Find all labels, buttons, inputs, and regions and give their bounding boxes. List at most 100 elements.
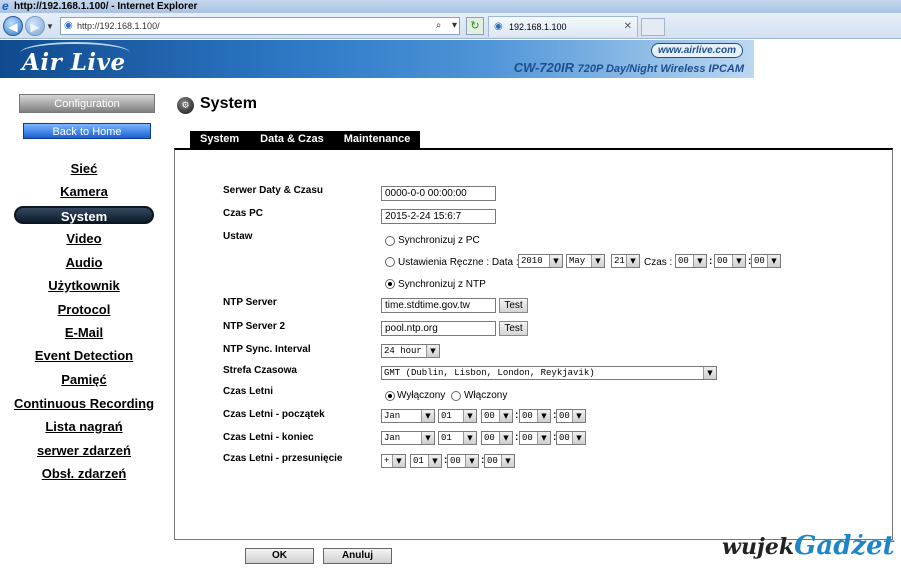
browser-title: http://192.168.1.100/ - Internet Explore…: [14, 1, 198, 12]
manual-hour-select[interactable]: 00 ▼: [675, 254, 707, 268]
sync-pc-radio[interactable]: [385, 236, 395, 246]
sidebar-item-protocol[interactable]: Protocol: [0, 302, 168, 317]
url-text: http://192.168.1.100/: [77, 21, 160, 31]
sidebar-item-pamiec[interactable]: Pamięć: [0, 372, 168, 387]
manual-second-select[interactable]: 00 ▼: [751, 254, 781, 268]
url-dropdown-icon[interactable]: ▾: [446, 17, 463, 35]
sidebar-item-video[interactable]: Video: [0, 231, 168, 246]
brand-site: www.airlive.com: [651, 43, 743, 58]
chevron-down-icon: ▼: [499, 432, 512, 444]
dst-on-radio[interactable]: [451, 391, 461, 401]
chevron-down-icon: ▼: [626, 255, 639, 267]
dst-end-day-value: 01: [441, 433, 452, 443]
ok-button[interactable]: OK: [245, 548, 314, 564]
dst-end-day-select[interactable]: 01 ▼: [438, 431, 477, 445]
dst-end-hour-select[interactable]: 00 ▼: [481, 431, 513, 445]
configuration-button[interactable]: Configuration: [19, 94, 155, 113]
manual-radio[interactable]: [385, 257, 395, 267]
pc-time-label: Czas PC: [223, 208, 264, 219]
dst-start-month-select[interactable]: Jan ▼: [381, 409, 435, 423]
dst-start-day-select[interactable]: 01 ▼: [438, 409, 477, 423]
manual-minute-select[interactable]: 00 ▼: [714, 254, 746, 268]
dst-start-hour-select[interactable]: 00 ▼: [481, 409, 513, 423]
sidebar-item-system[interactable]: System: [14, 206, 154, 224]
manual-day-value: 21: [614, 256, 625, 266]
dst-offset-second-select[interactable]: 00 ▼: [484, 454, 515, 468]
dst-start-day-value: 01: [441, 411, 452, 421]
back-to-home-button[interactable]: Back to Home: [23, 123, 151, 139]
dst-off-label: Wyłączony: [397, 390, 446, 401]
tab-system[interactable]: System: [190, 131, 249, 148]
chevron-down-icon: ▼: [463, 432, 476, 444]
ntp-test-button[interactable]: Test: [499, 298, 528, 313]
sidebar-item-serwer-zdarzen[interactable]: serwer zdarzeń: [0, 443, 168, 458]
chevron-down-icon: ▼: [392, 455, 405, 467]
sidebar-item-event-detection[interactable]: Event Detection: [0, 348, 168, 363]
manual-month-value: May: [569, 256, 586, 266]
url-input[interactable]: ◉ http://192.168.1.100/: [60, 17, 460, 35]
set-label: Ustaw: [223, 231, 253, 242]
chevron-down-icon: ▼: [572, 410, 585, 422]
chevron-down-icon: ▼: [732, 255, 745, 267]
dst-end-label: Czas Letni - koniec: [223, 432, 314, 443]
sidebar-item-email[interactable]: E-Mail: [0, 325, 168, 340]
pc-time-field[interactable]: [381, 209, 496, 224]
new-tab-button[interactable]: [641, 18, 665, 36]
browser-tab[interactable]: ◉ 192.168.1.100 ✕: [488, 16, 638, 37]
sync-ntp-radio[interactable]: [385, 279, 395, 289]
dst-end-second-select[interactable]: 00 ▼: [556, 431, 586, 445]
ntp-server2-label: NTP Server 2: [223, 321, 286, 332]
sidebar-item-siec[interactable]: Sieć: [0, 161, 168, 176]
sidebar-item-lista-nagran[interactable]: Lista nagrań: [0, 419, 168, 434]
dst-label: Czas Letni: [223, 386, 274, 397]
dst-start-second-select[interactable]: 00 ▼: [556, 409, 586, 423]
sidebar-item-kamera[interactable]: Kamera: [0, 184, 168, 199]
timezone-label: Strefa Czasowa: [223, 365, 297, 376]
dst-offset-minute-select[interactable]: 00 ▼: [447, 454, 479, 468]
dst-offset-sign-select[interactable]: + ▼: [381, 454, 406, 468]
dst-start-second-value: 00: [559, 411, 570, 421]
sidebar-item-continuous-recording[interactable]: Continuous Recording: [0, 396, 168, 411]
manual-month-select[interactable]: May ▼: [566, 254, 605, 268]
manual-year-value: 2010: [521, 256, 543, 266]
tab-maintenance[interactable]: Maintenance: [334, 131, 421, 148]
chevron-down-icon: ▼: [703, 367, 716, 379]
manual-day-select[interactable]: 21 ▼: [611, 254, 640, 268]
manual-time-label: Czas :: [644, 257, 673, 268]
cancel-button[interactable]: Anuluj: [323, 548, 392, 564]
sync-pc-label: Synchronizuj z PC: [398, 235, 480, 246]
sidebar-item-audio[interactable]: Audio: [0, 255, 168, 270]
model-desc: 720P Day/Night Wireless IPCAM: [577, 63, 744, 75]
ntp-interval-select[interactable]: 24 hour ▼: [381, 344, 440, 358]
back-button[interactable]: ◀: [3, 16, 23, 36]
tab-data-czas[interactable]: Data & Czas: [249, 131, 334, 148]
forward-button[interactable]: ▶: [25, 16, 45, 36]
ntp-server2-input[interactable]: [381, 321, 496, 336]
sidebar-item-obsl-zdarzen[interactable]: Obsł. zdarzeń: [0, 466, 168, 481]
manual-year-select[interactable]: 2010 ▼: [518, 254, 563, 268]
dst-end-minute-select[interactable]: 00 ▼: [519, 431, 551, 445]
server-time-field[interactable]: [381, 186, 496, 201]
dst-offset-second-value: 00: [487, 456, 498, 466]
tab-close-icon[interactable]: ✕: [624, 17, 632, 37]
timezone-select[interactable]: GMT (Dublin, Lisbon, London, Reykjavik) ▼: [381, 366, 717, 380]
chevron-down-icon: ▼: [501, 455, 514, 467]
ntp2-test-button[interactable]: Test: [499, 321, 528, 336]
chevron-down-icon: ▼: [421, 410, 434, 422]
refresh-button[interactable]: ↻: [466, 17, 484, 35]
dst-on-label: Włączony: [464, 390, 508, 401]
timezone-value: GMT (Dublin, Lisbon, London, Reykjavik): [384, 368, 595, 378]
dst-off-radio[interactable]: [385, 391, 395, 401]
dst-offset-hour-select[interactable]: 01 ▼: [410, 454, 442, 468]
history-dropdown-icon[interactable]: ▼: [46, 22, 54, 31]
dst-start-hour-value: 00: [484, 411, 495, 421]
dst-end-month-select[interactable]: Jan ▼: [381, 431, 435, 445]
search-icon[interactable]: ⌕: [430, 17, 447, 35]
dst-start-minute-select[interactable]: 00 ▼: [519, 409, 551, 423]
server-time-label: Serwer Daty & Czasu: [223, 185, 324, 196]
dst-offset-hour-value: 01: [413, 456, 424, 466]
sidebar-item-uzytkownik[interactable]: Użytkownik: [0, 278, 168, 293]
ntp-server-input[interactable]: [381, 298, 496, 313]
chevron-down-icon: ▼: [421, 432, 434, 444]
chevron-down-icon: ▼: [463, 410, 476, 422]
